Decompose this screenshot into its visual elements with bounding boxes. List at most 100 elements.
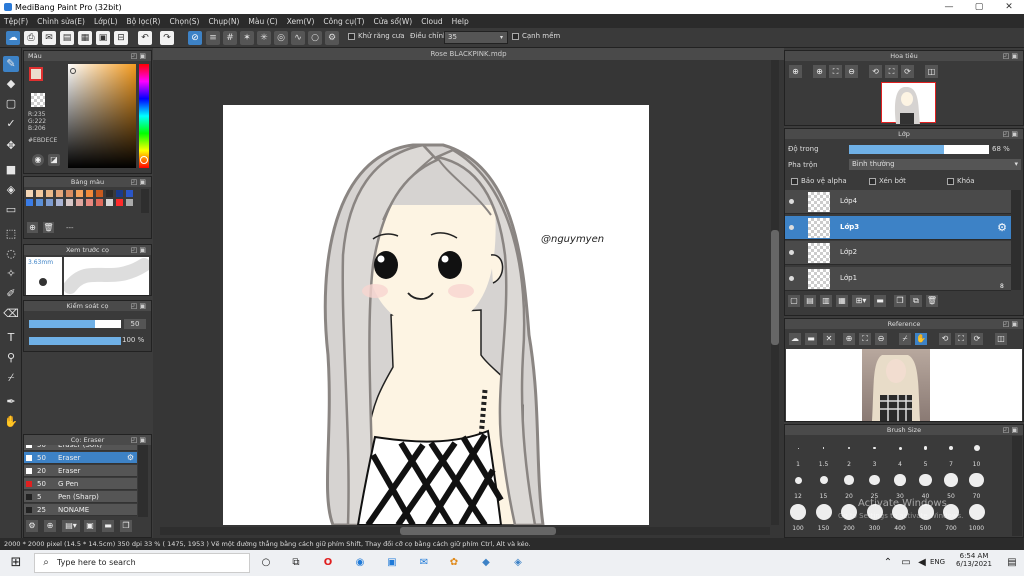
fill-tool-icon[interactable]: ✓ (3, 116, 19, 132)
grid-snap-icon[interactable]: # (223, 31, 237, 45)
opera-icon[interactable]: O (320, 555, 336, 571)
snap-off-icon[interactable]: ⊘ (188, 31, 202, 45)
document-tab[interactable]: Rose BLACKPINK.mdp (153, 48, 784, 60)
tray-network-icon[interactable]: ▭ (898, 555, 914, 571)
add-color-icon[interactable]: ⊕ (27, 222, 38, 233)
copy-brush-icon[interactable]: ▣ (84, 520, 96, 532)
palette-swatch[interactable] (36, 190, 43, 197)
select-tool-icon[interactable]: ⬚ (3, 226, 19, 242)
rotate-right-icon[interactable]: ⟳ (971, 333, 983, 345)
cloud-icon[interactable]: ☁ (6, 31, 20, 45)
radial-line-icon[interactable]: ✳ (257, 31, 271, 45)
reference-close-icon[interactable]: ✕ (823, 333, 835, 345)
taskbar-search-input[interactable]: Type here to search (34, 553, 250, 573)
ellipse-snap-icon[interactable]: ○ (308, 31, 322, 45)
palette-swatch[interactable] (96, 199, 103, 206)
people-icon[interactable]: ⌃ (880, 555, 896, 571)
flip-icon[interactable]: ◫ (925, 65, 938, 78)
canvas-horizontal-scroll-thumb[interactable] (400, 527, 556, 535)
palette-swatch[interactable] (106, 199, 113, 206)
edge-icon[interactable]: ◉ (352, 555, 368, 571)
palette-swatch[interactable] (126, 190, 133, 197)
navigator-thumbnail[interactable] (881, 82, 936, 124)
menu-cloud[interactable]: Cloud (421, 17, 442, 26)
zoom-out-icon[interactable]: ⊖ (845, 65, 858, 78)
palette-swatch[interactable] (46, 199, 53, 206)
palette-swatch[interactable] (26, 190, 33, 197)
brush-size-preset[interactable]: 1000 (965, 502, 989, 532)
folder-icon[interactable]: ▬ (102, 520, 114, 532)
eraser-tool-icon[interactable]: ◆ (3, 76, 19, 92)
fit-icon[interactable]: ⛶ (829, 65, 842, 78)
divide-tool-icon[interactable]: ⚲ (3, 350, 19, 366)
brush-size-preset[interactable]: 4 (888, 438, 912, 468)
lock-checkbox[interactable] (947, 177, 954, 185)
gear-icon[interactable]: ⚙ (127, 452, 134, 464)
brush-size-preset[interactable]: 150 (812, 502, 836, 532)
new-page-icon[interactable]: ▤ (60, 31, 74, 45)
drawing-canvas[interactable]: @nguymyen (223, 105, 649, 525)
rotate-right-icon[interactable]: ⟳ (901, 65, 914, 78)
layer-row[interactable]: Lớp2 (785, 241, 1011, 265)
visibility-icon[interactable] (789, 275, 794, 281)
select-pen-icon[interactable]: ✐ (3, 286, 19, 302)
palette-swatch[interactable] (56, 190, 63, 197)
brush-size-slider[interactable] (29, 320, 121, 328)
brush-tool-icon[interactable]: ✎ (3, 56, 19, 72)
menu-help[interactable]: Help (452, 17, 469, 26)
visibility-icon[interactable] (789, 224, 794, 230)
palette-swatch[interactable] (86, 199, 93, 206)
language-indicator[interactable]: ENG (930, 558, 945, 566)
eyedrop-color-icon[interactable]: ◪ (48, 154, 60, 166)
menu-color[interactable]: Màu (C) (248, 17, 277, 26)
brush-size-preset[interactable]: 2 (837, 438, 861, 468)
minimize-button[interactable]: — (934, 0, 964, 14)
menu-filter[interactable]: Bộ lọc(R) (127, 17, 161, 26)
zoom-in-icon[interactable]: ⊕ (813, 65, 826, 78)
duplicate-icon[interactable]: ❐ (120, 520, 132, 532)
adjust-stepper[interactable]: 35 ▾ (444, 31, 508, 44)
delete-color-icon[interactable]: 🗑 (43, 222, 54, 233)
palette-swatch[interactable] (66, 199, 73, 206)
move-tool-icon[interactable]: ✥ (3, 138, 19, 154)
radial-snap-icon[interactable]: ✶ (240, 31, 254, 45)
rotate-left-icon[interactable]: ⟲ (939, 333, 951, 345)
brush-size-scrollbar[interactable] (1012, 436, 1022, 536)
clip-option[interactable]: Xén bớt (869, 177, 906, 185)
mail-icon[interactable]: ✉ (416, 555, 432, 571)
brush-size-preset[interactable]: 30 (888, 470, 912, 500)
brush-size-preset[interactable]: 12 (786, 470, 810, 500)
brush-size-preset[interactable]: 3 (863, 438, 887, 468)
menu-snap[interactable]: Chụp(N) (208, 17, 239, 26)
brush-size-preset[interactable]: 25 (863, 470, 887, 500)
palette-swatch[interactable] (76, 199, 83, 206)
palette-swatch[interactable] (106, 190, 113, 197)
chevron-down-icon[interactable]: ▾ (500, 32, 503, 43)
hue-slider[interactable] (139, 64, 149, 168)
layer-row[interactable]: Lớp1 (785, 266, 1011, 291)
parallel-snap-icon[interactable]: ≡ (206, 31, 220, 45)
clock[interactable]: 6:54 AM 6/13/2021 (955, 552, 993, 568)
menu-edit[interactable]: Chỉnh sửa(E) (37, 17, 85, 26)
zoom-in-icon[interactable]: ⊕ (843, 333, 855, 345)
paint-app-icon[interactable]: ✿ (446, 555, 462, 571)
shape-tool-icon[interactable]: ■ (3, 162, 19, 178)
hue-handle[interactable] (140, 156, 148, 164)
flip-icon[interactable]: ◫ (995, 333, 1007, 345)
export-icon[interactable]: ▣ (96, 31, 110, 45)
color-wheel-icon[interactable]: ◉ (32, 154, 44, 166)
medibang-icon[interactable]: ◈ (510, 555, 526, 571)
palette-swatch[interactable] (66, 190, 73, 197)
medibang-icon[interactable]: ◆ (478, 555, 494, 571)
lock-option[interactable]: Khóa (947, 177, 975, 185)
magic-wand-icon[interactable]: ✧ (3, 266, 19, 282)
reference-viewport[interactable] (786, 349, 1022, 421)
palette-swatch[interactable] (46, 190, 53, 197)
add-brush-icon[interactable]: ⊕ (44, 520, 56, 532)
brush-size-preset[interactable]: 1 (786, 438, 810, 468)
layer-row[interactable]: Lớp4 (785, 190, 1011, 214)
palette-swatch[interactable] (56, 199, 63, 206)
fit-icon[interactable]: ⛶ (859, 333, 871, 345)
brush-list-item[interactable]: 20 Eraser (24, 465, 137, 477)
eyedropper-icon[interactable]: ⌿ (899, 333, 911, 345)
